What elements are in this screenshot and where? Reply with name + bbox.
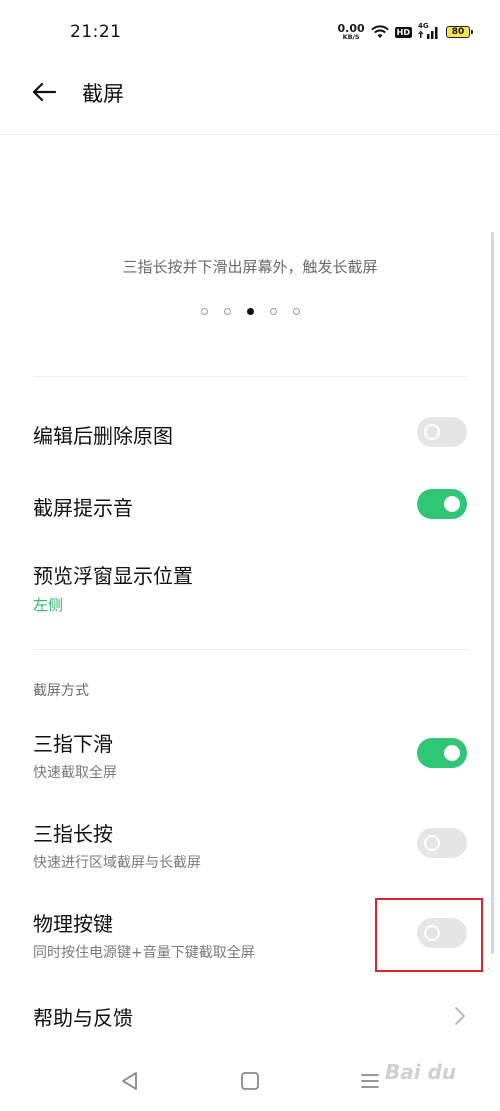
page-dot-4[interactable] [269,308,277,315]
scrollbar[interactable] [491,232,494,954]
help-and-feedback-row[interactable]: 帮助与反馈 [0,990,500,1042]
toggle-knob [444,745,460,761]
shutter-sound-toggle[interactable] [417,489,467,519]
page-dot-1[interactable] [200,308,208,315]
nav-menu-icon[interactable] [358,1070,382,1092]
divider [33,376,467,377]
illustration-caption: 三指长按并下滑出屏幕外，触发长截屏 [122,258,378,276]
delete-original-toggle[interactable] [417,417,467,447]
status-time: 21:21 [70,22,122,42]
page-dot-2[interactable] [223,308,231,315]
battery-icon: 80 [446,26,473,38]
help-and-feedback-title: 帮助与反馈 [33,1006,133,1030]
nav-back-icon[interactable] [118,1070,142,1092]
highlight-annotation-box [375,898,483,972]
page-indicator [0,308,500,315]
divider [33,649,467,650]
setting-three-finger-hold-subtitle: 快速进行区域截屏与长截屏 [33,855,201,871]
setting-delete-original[interactable]: 编辑后删除原图 [0,400,500,464]
status-bar: 21:21 0.00 KB/S HD 4G 80 [0,0,500,64]
back-arrow-icon [32,82,57,102]
setting-preview-position-title: 预览浮窗显示位置 [33,564,193,588]
setting-three-finger-swipe-title: 三指下滑 [33,732,113,756]
hd-icon: HD [394,26,412,38]
setting-three-finger-hold-title: 三指长按 [33,822,113,846]
watermark-logo: Bai du [385,1060,457,1084]
setting-preview-position[interactable]: 预览浮窗显示位置 左侧 [0,548,500,628]
toggle-knob [424,424,440,440]
toggle-knob [444,496,460,512]
signal-icon: 4G [418,22,440,40]
page-dot-5[interactable] [292,308,300,315]
wifi-icon [370,25,389,38]
setting-three-finger-hold[interactable]: 三指长按 快速进行区域截屏与长截屏 [0,806,500,882]
setting-delete-original-title: 编辑后删除原图 [33,424,173,448]
page-dot-3-active[interactable] [246,308,254,315]
header: 截屏 [0,64,500,135]
setting-shutter-sound-title: 截屏提示音 [33,496,133,520]
three-finger-swipe-toggle[interactable] [417,738,467,768]
net-speed: 0.00 KB/S [338,23,365,41]
setting-preview-position-value: 左侧 [33,596,64,614]
net-speed-unit: KB/S [342,33,360,42]
back-button[interactable] [26,78,62,106]
three-finger-hold-toggle[interactable] [417,828,467,858]
toggle-knob [424,835,440,851]
chevron-right-icon [455,1007,465,1025]
battery-level: 80 [451,27,465,37]
section-label-screenshot-methods: 截屏方式 [33,683,89,699]
status-icons: 0.00 KB/S HD 4G 80 [338,20,473,44]
setting-physical-keys-title: 物理按键 [33,912,113,936]
setting-shutter-sound[interactable]: 截屏提示音 [0,472,500,536]
setting-physical-keys-subtitle: 同时按住电源键+音量下键截取全屏 [33,945,255,961]
page-title: 截屏 [82,82,124,106]
setting-three-finger-swipe-subtitle: 快速截取全屏 [33,765,117,781]
nav-home-icon[interactable] [238,1070,262,1092]
setting-three-finger-swipe[interactable]: 三指下滑 快速截取全屏 [0,716,500,792]
